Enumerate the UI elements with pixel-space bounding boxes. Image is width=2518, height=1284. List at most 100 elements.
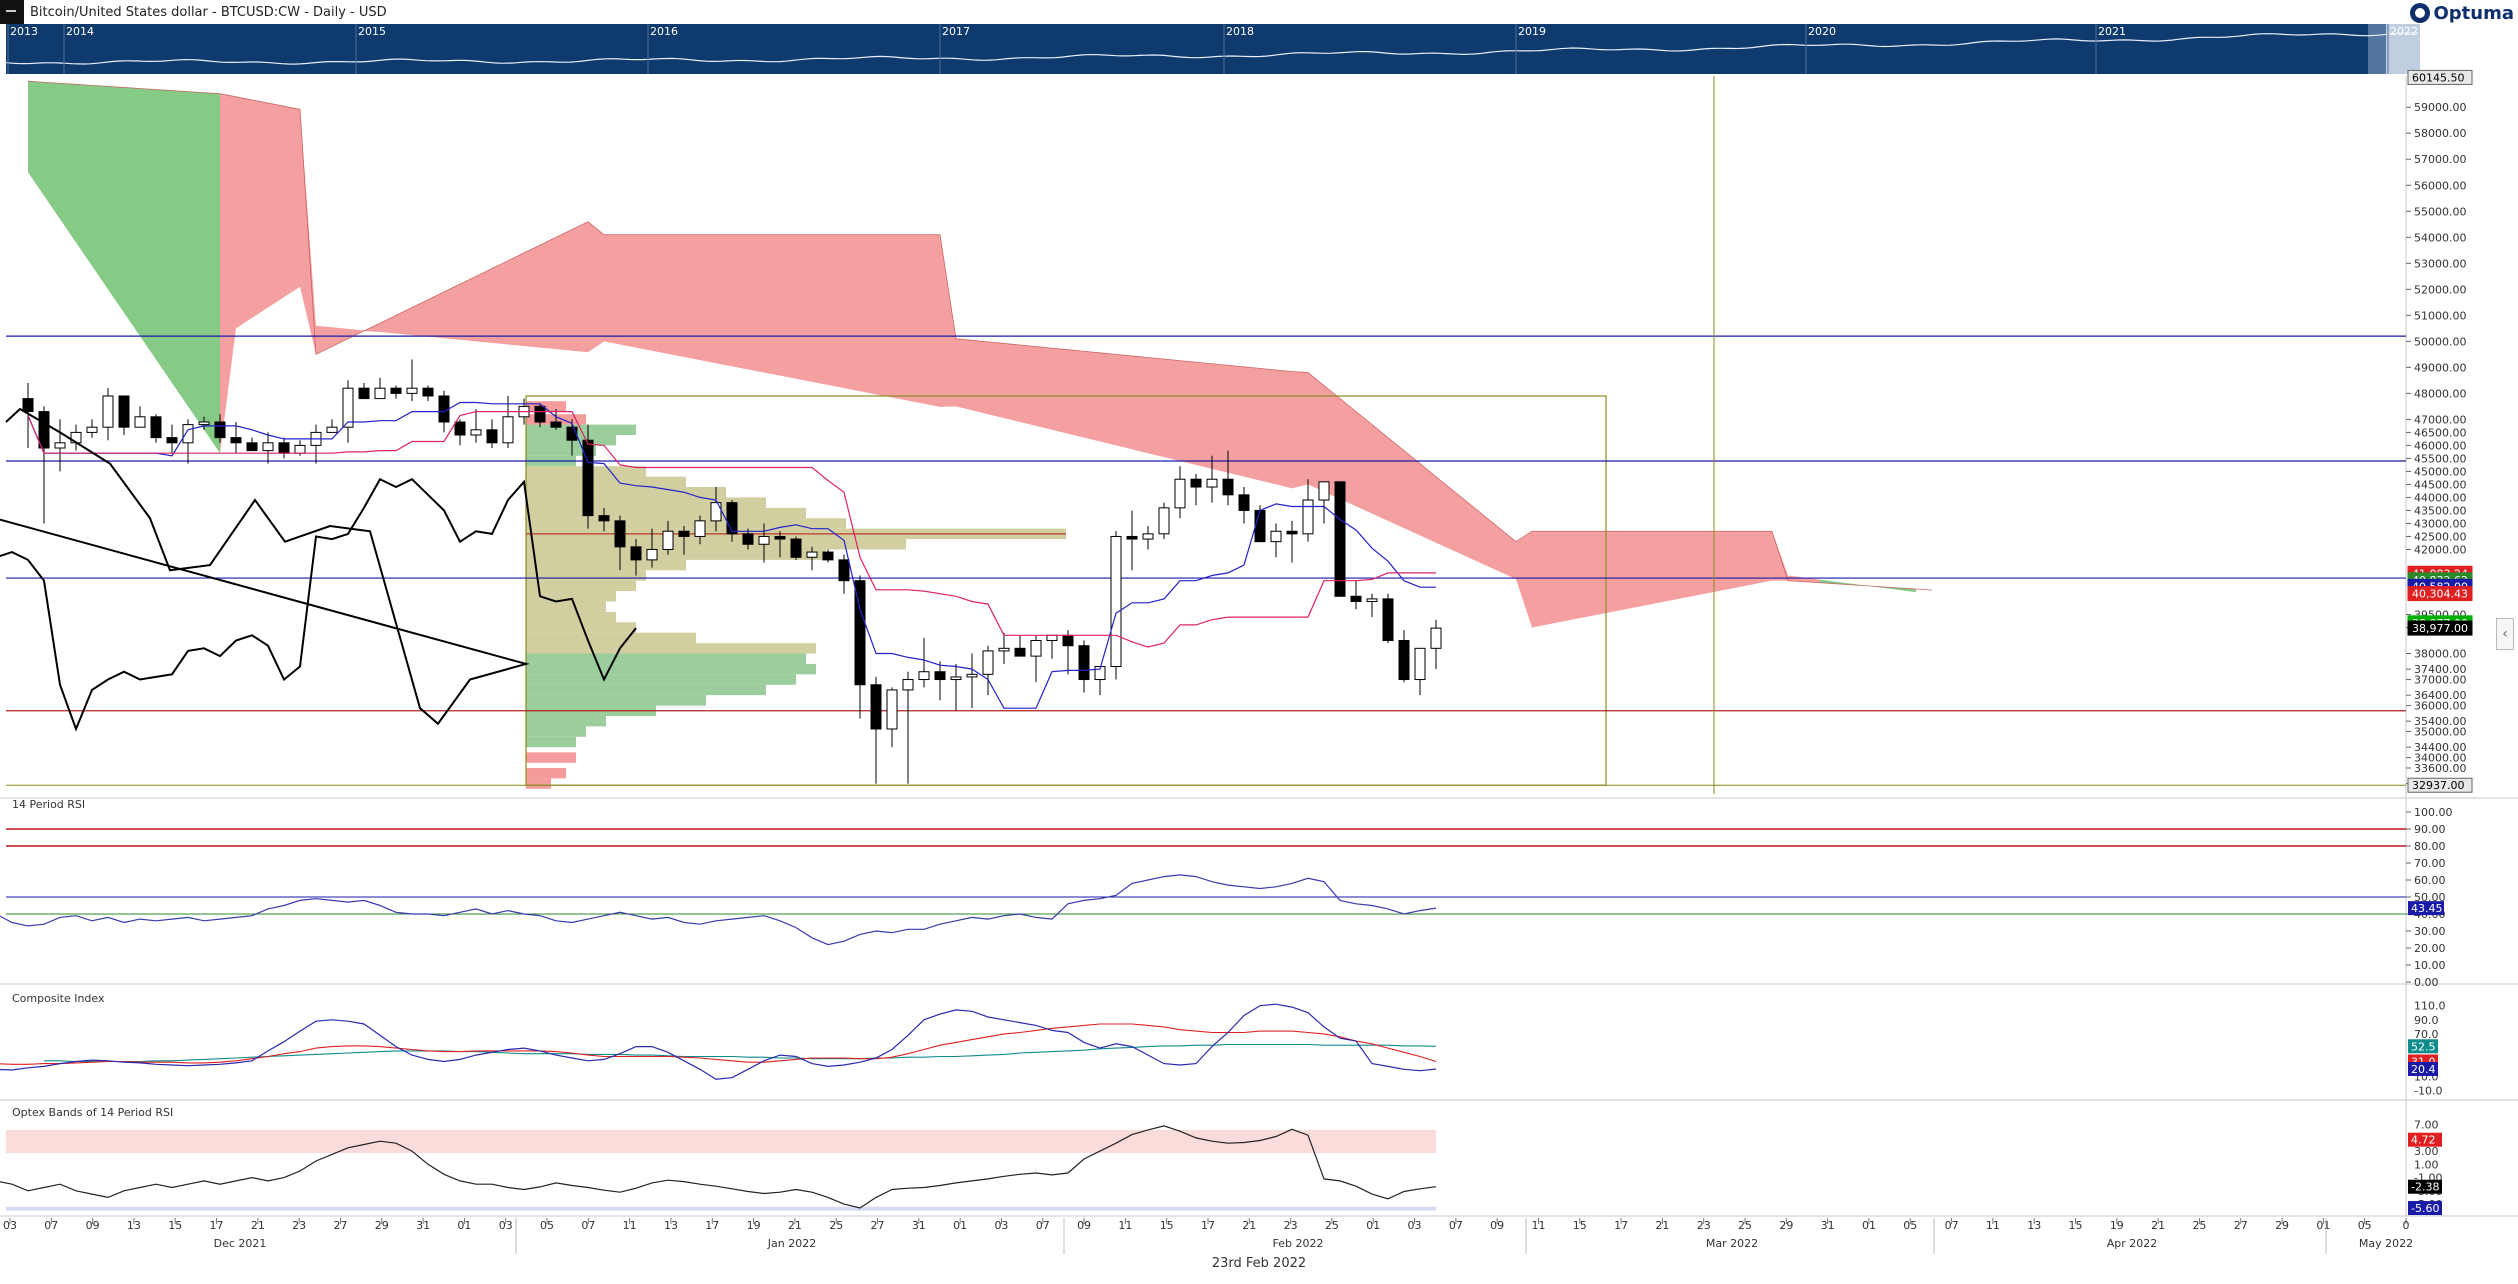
candle (726, 502, 738, 535)
candle (774, 535, 786, 540)
price-axis-label: 43500.00 (2414, 504, 2467, 517)
candle (1398, 640, 1410, 681)
x-axis-day-label: 17 (705, 1219, 719, 1232)
volume-profile-bar (526, 684, 766, 696)
candle (182, 424, 194, 444)
optex-badge-label: 4.72 (2411, 1134, 2436, 1147)
candle (950, 676, 962, 681)
x-axis-day-label: 01 (1366, 1219, 1380, 1232)
candle (582, 439, 594, 517)
candle (1110, 535, 1122, 668)
candle (1366, 598, 1378, 602)
price-axis-label: 37000.00 (2414, 674, 2467, 687)
candle (1158, 507, 1170, 535)
optex-badge-label: -5.60 (2411, 1202, 2439, 1215)
candle (1046, 634, 1058, 642)
candle (214, 421, 226, 439)
volume-profile-bar (526, 507, 806, 519)
optex-axis-label: 3.00 (2414, 1145, 2439, 1158)
candle (198, 421, 210, 426)
candle (710, 502, 722, 522)
price-badge-label: 40,304.43 (2412, 588, 2468, 601)
candle (1078, 645, 1090, 681)
volume-profile-bar (526, 726, 586, 737)
candle (966, 673, 978, 678)
candle (1142, 533, 1154, 540)
candle (662, 530, 674, 550)
collapse-panel-button[interactable]: ‹ (2496, 618, 2514, 650)
candle (454, 421, 466, 436)
x-axis-day-label: 25 (2192, 1219, 2206, 1232)
chart-menu-icon[interactable] (0, 0, 24, 24)
x-axis-month-label: Apr 2022 (2107, 1237, 2158, 1250)
candle (534, 405, 546, 423)
volume-profile-bar (526, 539, 906, 550)
candle (1062, 634, 1074, 647)
candle (806, 551, 818, 558)
rsi-axis-label: 100.00 (2414, 806, 2453, 819)
volume-profile-bar (526, 736, 576, 748)
x-axis-day-label: 07 (1449, 1219, 1463, 1232)
volume-profile-bar (526, 767, 566, 779)
candle (134, 416, 146, 428)
candle (390, 387, 402, 394)
optex-axis-label: 7.00 (2414, 1119, 2439, 1132)
x-axis-day-label: 07 (1036, 1219, 1050, 1232)
overview-year-label: 2013 (10, 25, 38, 38)
overview-year-label: 2017 (942, 25, 970, 38)
x-axis-day-label: 11 (1531, 1219, 1545, 1232)
composite-index-axis-label: 110.0 (2414, 1000, 2446, 1013)
candle (918, 671, 930, 681)
candle (118, 395, 130, 428)
candle (102, 395, 114, 428)
x-axis-day-label: 05 (1903, 1219, 1917, 1232)
x-axis-day-label: 07 (44, 1219, 58, 1232)
candle (758, 535, 770, 545)
composite-index-fast-average (0, 1023, 1437, 1065)
overview-year-label: 2020 (1808, 25, 1836, 38)
candle (934, 671, 946, 681)
x-axis-day-label: 29 (375, 1219, 389, 1232)
overview-year-label: 2016 (650, 25, 678, 38)
x-axis-day-label: 15 (1573, 1219, 1587, 1232)
price-axis-label: 51000.00 (2414, 309, 2467, 322)
x-axis-day-label: 25 (1738, 1219, 1752, 1232)
candle (486, 429, 498, 444)
volume-profile-bar (526, 663, 816, 675)
price-axis-label: 56000.00 (2414, 179, 2467, 192)
price-axis-label: 58000.00 (2414, 127, 2467, 140)
price-chart[interactable]: 2013 2014 2015 2016 2017 2018 2019 2020 2021 2022… (0, 0, 2518, 1284)
rsi-axis-label: 90.00 (2414, 823, 2446, 836)
x-axis-day-label: 17 (1201, 1219, 1215, 1232)
candle (294, 444, 306, 454)
volume-profile-box (525, 395, 1607, 786)
x-axis-day-label: 0 (2403, 1219, 2410, 1232)
composite-index-axis-label: 90.0 (2414, 1014, 2439, 1027)
candle (1222, 478, 1234, 496)
overview-year-label: 2018 (1226, 25, 1254, 38)
overview-navigator[interactable]: 2013 2014 2015 2016 2017 2018 2019 2020 2021 2022 (5, 24, 2420, 74)
price-axis-label: 46000.00 (2414, 439, 2467, 452)
x-axis-day-label: 29 (2275, 1219, 2289, 1232)
price-axis-label: 42500.00 (2414, 530, 2467, 543)
price-axis-label: 48000.00 (2414, 387, 2467, 400)
candle (982, 650, 994, 675)
x-axis-day-label: 01 (953, 1219, 967, 1232)
x-axis-day-label: 25 (829, 1219, 843, 1232)
x-axis-day-label: 03 (1408, 1219, 1422, 1232)
x-axis-day-label: 01 (1862, 1219, 1876, 1232)
x-axis-day-label: 01 (457, 1219, 471, 1232)
candle (838, 559, 850, 582)
rsi-axis-label: 20.00 (2414, 942, 2446, 955)
chart-header: Bitcoin/United States dollar - BTCUSD:CW… (0, 0, 387, 24)
candle (1206, 478, 1218, 488)
candle (326, 426, 338, 433)
x-axis-day-label: 11 (623, 1219, 637, 1232)
ichimoku-cloud (27, 80, 1933, 628)
composite-index-title: Composite Index (12, 992, 105, 1005)
rsi-axis-label: 10.00 (2414, 959, 2446, 972)
x-axis-day-label: 27 (2234, 1219, 2248, 1232)
chart-title: Bitcoin/United States dollar - BTCUSD:CW… (30, 4, 387, 20)
candle (998, 647, 1010, 652)
price-axis-label: 53000.00 (2414, 257, 2467, 270)
